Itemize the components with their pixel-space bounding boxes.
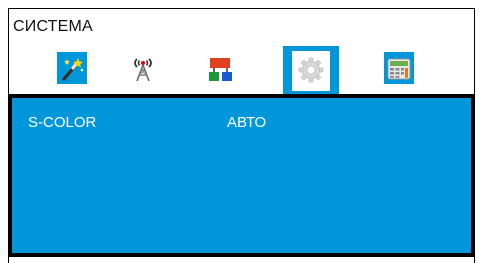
tab-channel[interactable]	[115, 46, 171, 96]
magic-wand-icon	[62, 58, 84, 81]
input-blocks-icon	[209, 58, 232, 81]
tab-system[interactable]	[283, 46, 339, 98]
antenna-tower-icon	[134, 58, 152, 82]
setting-value[interactable]: АВТО	[227, 114, 266, 131]
setting-row-s-color[interactable]: S-COLOR АВТО	[12, 114, 471, 138]
menu-title: СИСТЕМА	[13, 18, 93, 35]
settings-panel: S-COLOR АВТО	[8, 94, 475, 257]
tab-picture[interactable]	[44, 46, 100, 96]
calculator-icon	[387, 58, 411, 80]
setting-label: S-COLOR	[28, 114, 97, 131]
tab-support[interactable]	[371, 46, 427, 96]
tab-input[interactable]	[192, 46, 248, 96]
gear-icon	[298, 57, 324, 83]
